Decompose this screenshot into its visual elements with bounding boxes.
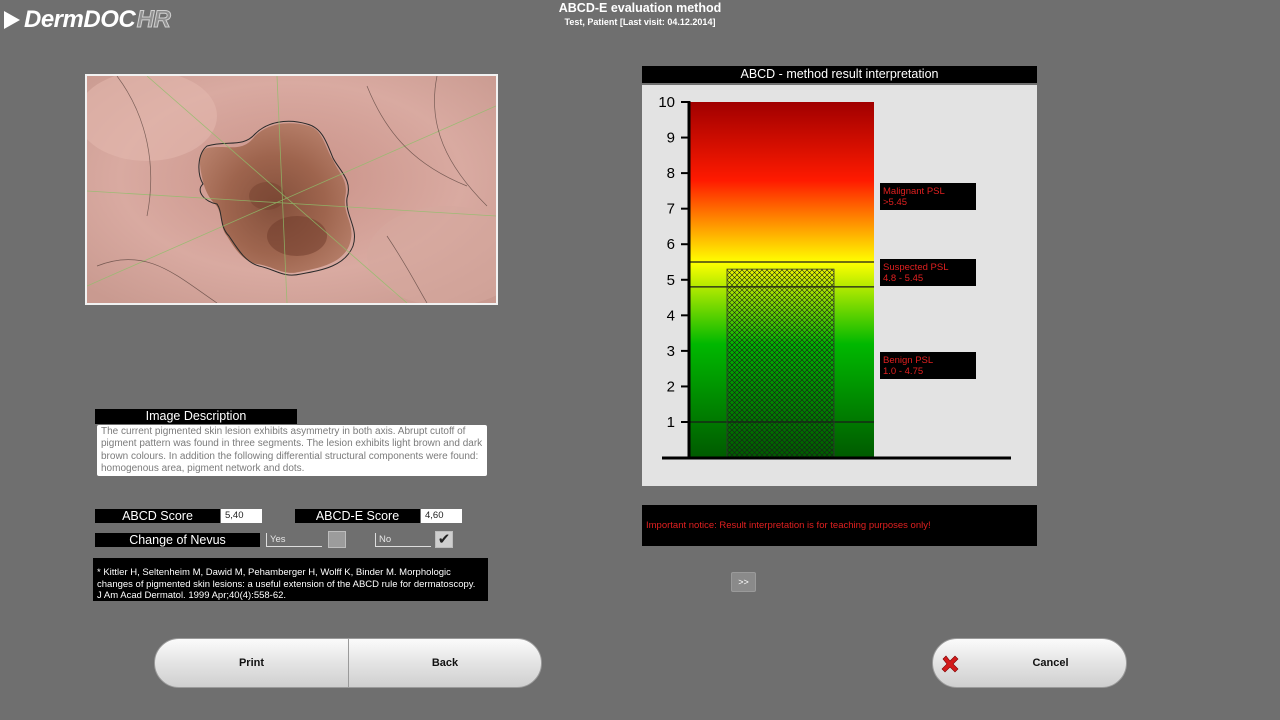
y-tick-label-6: 6 xyxy=(667,236,675,253)
dermatoscopy-image xyxy=(87,76,496,303)
y-tick-label-9: 9 xyxy=(667,130,675,147)
abcd-score-label: ABCD Score xyxy=(95,509,220,523)
image-description-text: The current pigmented skin lesion exhibi… xyxy=(97,425,487,476)
zone-range: 1.0 - 4.75 xyxy=(883,366,923,377)
cancel-button[interactable]: Cancel xyxy=(932,638,1127,688)
print-button[interactable]: Print xyxy=(154,638,349,688)
cancel-button-label: Cancel xyxy=(1032,657,1069,669)
y-tick-label-2: 2 xyxy=(667,378,675,395)
result-chart: 1 2 3 4 5 6 7 8 9 10 Malignant PSL>5.45 Suspected P… xyxy=(658,94,1011,460)
image-description-label: Image Description xyxy=(95,409,297,424)
patient-info: Test, Patient [Last visit: 04.12.2014] xyxy=(564,17,716,27)
no-option-label: No xyxy=(375,533,431,547)
zone-label-2: Suspected PSL4.8 - 5.45 xyxy=(880,259,976,286)
result-chart-panel: 1 2 3 4 5 6 7 8 9 10 Malignant PSL >5.45 Suspected P… xyxy=(642,85,1037,486)
zone-range: 4.8 - 5.45 xyxy=(883,273,923,284)
y-tick-label-3: 3 xyxy=(667,343,675,360)
zone-label-1: Malignant PSL>5.45 xyxy=(880,183,976,210)
reference-line-1: * Kittler H, Seltenheim M, Dawid M, Peha… xyxy=(97,567,451,578)
more-button[interactable]: >> xyxy=(731,572,756,592)
yes-checkbox[interactable] xyxy=(328,531,346,548)
y-tick-label-10: 10 xyxy=(658,94,675,111)
chart-title: ABCD - method result interpretation xyxy=(642,66,1037,83)
abcde-score-value: 4,60 xyxy=(421,509,462,523)
y-tick-label-5: 5 xyxy=(667,272,675,289)
lesion-image xyxy=(85,74,498,305)
y-tick-label-4: 4 xyxy=(667,307,675,324)
y-tick-label-8: 8 xyxy=(667,165,675,182)
teaching-notice: Important notice: Result interpretation … xyxy=(642,505,1037,546)
page-header: ABCD-E evaluation method Test, Patient [… xyxy=(0,1,1280,28)
y-tick-label-7: 7 xyxy=(667,201,675,218)
change-of-nevus-label: Change of Nevus xyxy=(95,533,260,547)
zone-name: Benign PSL xyxy=(883,355,933,366)
zone-label-3: Benign PSL1.0 - 4.75 xyxy=(880,352,976,379)
zone-name: Malignant PSL xyxy=(883,186,945,197)
zone-name: Suspected PSL xyxy=(883,262,949,273)
result-bar xyxy=(726,268,835,459)
zone-range: >5.45 xyxy=(883,197,907,208)
page-title: ABCD-E evaluation method xyxy=(558,1,722,15)
back-button[interactable]: Back xyxy=(348,638,542,688)
no-checkbox[interactable]: ✔ xyxy=(435,531,453,548)
reference-line-2: changes of pigmented skin lesions: a use… xyxy=(97,578,476,590)
checkmark-icon: ✔ xyxy=(437,531,451,548)
abcd-score-value: 5,40 xyxy=(221,509,262,523)
reference-citation: * Kittler H, Seltenheim M, Dawid M, Peha… xyxy=(93,558,488,601)
yes-option-label: Yes xyxy=(266,533,322,547)
reference-line-3: J Am Acad Dermatol. 1999 Apr;40(4):558-6… xyxy=(97,590,287,601)
abcde-score-label: ABCD-E Score xyxy=(295,509,420,523)
y-tick-label-1: 1 xyxy=(667,414,675,431)
